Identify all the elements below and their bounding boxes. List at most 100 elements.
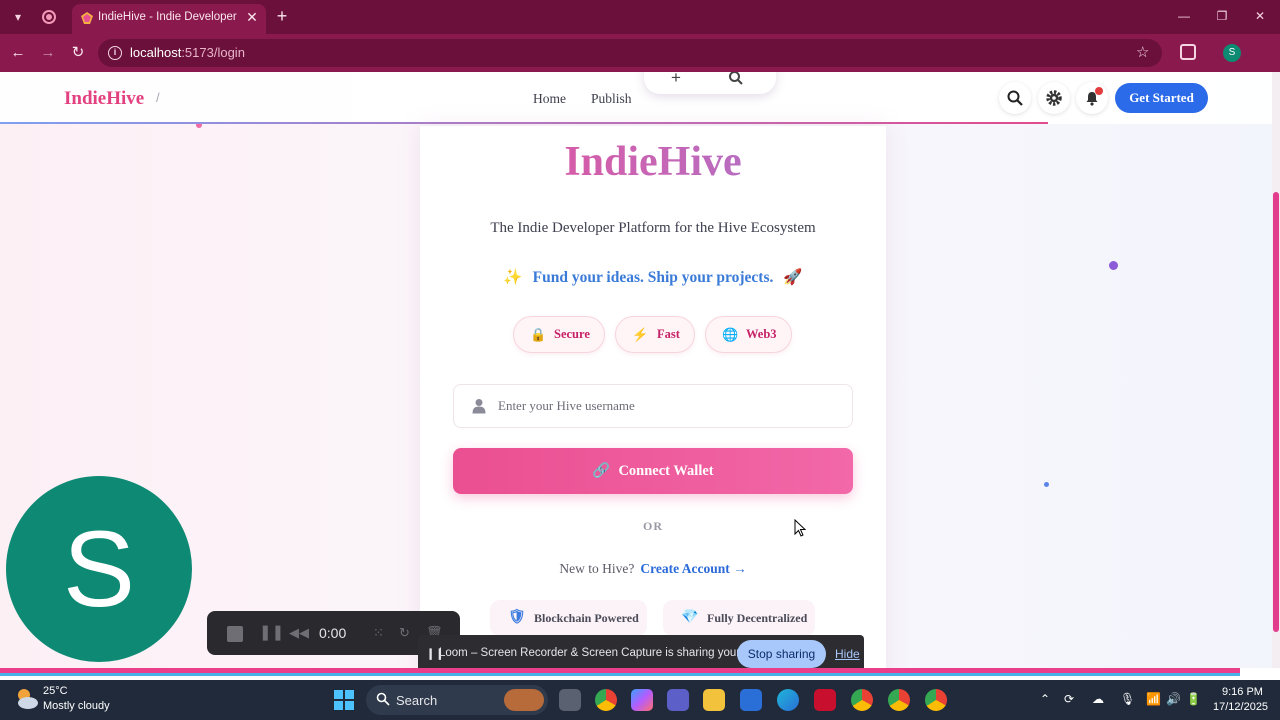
stop-recording-icon[interactable] — [227, 626, 243, 642]
search-icon — [376, 692, 390, 706]
page-scrollbar[interactable] — [1272, 72, 1280, 668]
edge-icon[interactable] — [777, 689, 799, 711]
mcafee-icon[interactable] — [814, 689, 836, 711]
bookmark-star-icon[interactable]: ☆ — [1136, 43, 1149, 61]
weather-cloud-icon[interactable] — [14, 686, 40, 712]
recording-border-blue — [0, 673, 1240, 676]
share-message: Loom – Screen Recorder & Screen Capture … — [439, 647, 781, 659]
microsoft-store-icon[interactable] — [740, 689, 762, 711]
create-account-link[interactable]: Create Account → — [640, 561, 746, 576]
floating-toolbar: + — [644, 72, 776, 94]
copilot-icon[interactable] — [631, 689, 653, 711]
chrome-other-icon[interactable] — [925, 689, 947, 711]
site-info-icon[interactable]: i — [108, 46, 122, 60]
url-omnibox[interactable]: i localhost:5173/login ☆ — [98, 39, 1162, 67]
reload-icon[interactable]: ↻ — [68, 43, 88, 63]
grid-icon[interactable]: ⁙ — [373, 625, 384, 641]
tray-chevron-icon[interactable]: ⌃ — [1040, 692, 1050, 706]
volume-icon[interactable]: 🔊 — [1166, 692, 1181, 706]
chrome-profile-icon[interactable] — [851, 689, 873, 711]
page-viewport: IndieHive / Home Publish + Get Started I… — [0, 72, 1280, 668]
link-icon: 🔗 — [592, 463, 611, 479]
shield-icon: 🛡 — [508, 610, 526, 625]
file-explorer-icon[interactable] — [703, 689, 725, 711]
task-view-icon[interactable] — [559, 689, 581, 711]
search-button[interactable] — [999, 82, 1031, 114]
add-icon[interactable]: + — [666, 72, 686, 88]
header-divider — [0, 122, 1048, 124]
tab-search-chevron-icon[interactable]: ▾ — [8, 7, 28, 27]
taskbar-search[interactable]: Search — [366, 685, 548, 715]
restart-icon[interactable]: ↻ — [399, 625, 410, 641]
nav-publish-link[interactable]: Publish — [591, 91, 632, 107]
clock-time[interactable]: 9:16 PM — [1222, 686, 1263, 698]
forward-arrow-icon[interactable]: → — [38, 43, 58, 63]
profile-avatar[interactable]: S — [1223, 44, 1241, 62]
nav-home-link[interactable]: Home — [533, 91, 566, 107]
hide-banner-link[interactable]: Hide — [835, 647, 860, 661]
site-header: IndieHive / Home Publish + Get Started — [0, 72, 1272, 124]
breadcrumb-separator: / — [156, 90, 160, 105]
chip-label: Web3 — [746, 327, 777, 341]
chip-label: Fast — [657, 327, 680, 341]
notifications-button[interactable] — [1076, 82, 1108, 114]
username-field[interactable] — [453, 384, 853, 428]
motto: ✨ Fund your ideas. Ship your projects. 🚀 — [420, 268, 886, 287]
tagline: The Indie Developer Platform for the Hiv… — [490, 220, 816, 236]
battery-icon[interactable]: 🔋 — [1186, 692, 1201, 706]
decor-dot — [1044, 482, 1049, 487]
browser-tab-active[interactable]: IndieHive - Indie Developer Platform ✕ — [72, 4, 266, 34]
new-tab-button[interactable]: + — [273, 6, 291, 26]
address-bar: ← → ↻ i localhost:5173/login ☆ ⋮ — [0, 34, 1280, 94]
feature-decentralized: 💎 Fully Decentralized — [663, 600, 815, 636]
chrome-active-icon[interactable] — [888, 689, 910, 711]
microphone-icon[interactable]: 🎙 — [1120, 692, 1135, 706]
chrome-taskbar-icon[interactable] — [595, 689, 617, 711]
settings-button[interactable] — [1038, 82, 1070, 114]
chip-fast: ⚡ Fast — [615, 316, 695, 353]
chip-secure: 🔒 Secure — [513, 316, 605, 353]
stop-sharing-button[interactable]: Stop sharing — [737, 640, 826, 668]
diamond-icon: 💎 — [681, 610, 699, 625]
minimize-icon[interactable]: — — [1174, 6, 1194, 26]
clock-date[interactable]: 17/12/2025 — [1213, 701, 1268, 713]
wifi-icon[interactable]: 📶 — [1146, 692, 1161, 706]
windows-start-icon[interactable] — [334, 690, 354, 710]
sparkles-icon: ✨ — [503, 269, 523, 286]
weather-temperature[interactable]: 25°C — [43, 685, 68, 697]
weather-description[interactable]: Mostly cloudy — [43, 700, 110, 712]
window-close-icon[interactable]: ✕ — [1250, 6, 1270, 26]
search-icon[interactable] — [728, 72, 744, 86]
indiehive-favicon-icon — [81, 12, 93, 24]
security-alert-icon[interactable]: ☁ — [1092, 692, 1104, 706]
login-card: IndieHive The Indie Developer Platform f… — [420, 126, 886, 668]
recording-timer: 0:00 — [319, 625, 347, 641]
restore-icon[interactable]: ❐ — [1212, 6, 1232, 26]
get-started-button[interactable]: Get Started — [1115, 83, 1208, 113]
teams-icon[interactable] — [667, 689, 689, 711]
url-text[interactable]: localhost:5173/login — [130, 45, 245, 60]
sync-icon[interactable]: ⟳ — [1064, 692, 1074, 706]
back-arrow-icon[interactable]: ← — [8, 43, 28, 63]
pause-icon[interactable]: ❚❚ — [259, 625, 284, 641]
scrollbar-thumb[interactable] — [1273, 192, 1279, 632]
feature-label: Fully Decentralized — [707, 611, 808, 625]
rewind-icon[interactable]: ◀◀ — [289, 625, 309, 641]
brand-logo[interactable]: IndieHive — [64, 88, 144, 110]
username-input[interactable] — [498, 395, 838, 417]
tab-close-icon[interactable]: ✕ — [244, 9, 260, 25]
connect-wallet-button[interactable]: 🔗 Connect Wallet — [453, 448, 853, 494]
globe-icon: 🌐 — [722, 327, 739, 342]
login-logo: IndieHive — [420, 138, 886, 186]
chip-web3: 🌐 Web3 — [705, 316, 792, 353]
motto-text: Fund your ideas. Ship your projects. — [532, 269, 774, 286]
tab-title: IndieHive - Indie Developer Platform — [98, 11, 238, 23]
signup-prompt: New to Hive? Create Account → — [420, 561, 886, 577]
gear-icon — [1046, 90, 1062, 106]
chip-label: Secure — [554, 327, 590, 341]
new-to-hive-text: New to Hive? — [559, 561, 635, 576]
webcam-avatar[interactable]: S — [6, 476, 192, 662]
extensions-icon[interactable] — [1180, 44, 1196, 60]
lock-icon: 🔒 — [530, 327, 547, 342]
feature-label: Blockchain Powered — [534, 611, 639, 625]
